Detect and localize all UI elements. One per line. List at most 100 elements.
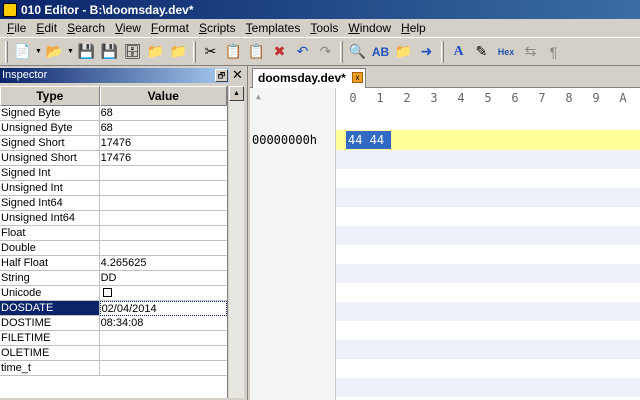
menu-view[interactable]: View [110,21,146,35]
inspector-row[interactable]: Unicode [0,286,227,301]
toolbar-grip[interactable] [193,40,196,63]
type-cell: Double [0,241,100,256]
hex-mode-button[interactable]: Hex [493,40,519,63]
inspector-row[interactable]: Signed Int [0,166,227,181]
inspector-row[interactable]: Unsigned Short 17476 [0,151,227,166]
save-icon[interactable]: 💾 [75,40,98,63]
find-in-files-icon[interactable]: 📁 [392,40,415,63]
tab-doomsday-dev[interactable]: doomsday.dev* x [252,68,366,88]
menu-edit[interactable]: Edit [31,21,62,35]
inspector-row[interactable]: OLETIME [0,346,227,361]
inspector-row[interactable]: Float [0,226,227,241]
new-file-icon[interactable]: 📄 [11,40,34,63]
type-cell: Float [0,226,100,241]
restore-icon[interactable]: 🗗 [215,69,228,82]
redo-icon[interactable]: ↷ [314,40,337,63]
inspector-row[interactable]: String DD [0,271,227,286]
save-as-icon[interactable]: 💾 [98,40,121,63]
folder-icon[interactable]: 📁 [167,40,190,63]
toolbar-grip[interactable] [340,40,343,63]
toolbar-grip[interactable] [5,40,8,63]
type-cell: Signed Int64 [0,196,100,211]
value-cell[interactable]: 4.265625 [99,256,227,271]
value-cell[interactable]: DD [99,271,227,286]
value-cell[interactable]: 02/04/2014 [99,301,227,316]
inspector-row[interactable]: Double [0,241,227,256]
vertical-scrollbar[interactable]: ▲ [229,86,244,398]
value-cell[interactable]: 68 [99,121,227,136]
highlight-icon[interactable]: ✎ [470,40,493,63]
inspector-row[interactable]: Unsigned Int [0,181,227,196]
inspector-row[interactable]: Unsigned Byte 68 [0,121,227,136]
find-icon[interactable]: 🔍 [346,40,369,63]
inspector-row[interactable]: time_t [0,361,227,376]
open-folder-icon[interactable]: 📁 [144,40,167,63]
close-icon[interactable]: ✕ [230,68,245,83]
grid-header: Type Value [0,86,227,106]
inspector-row[interactable]: Signed Byte 68 [0,106,227,121]
hex-editor: doomsday.dev* x ▲ 0 1 2 3 4 5 6 7 8 9 A 00000000h … [250,66,640,400]
value-cell[interactable] [99,361,227,376]
value-cell[interactable] [99,331,227,346]
value-cell[interactable] [99,286,227,301]
column-number: 9 [592,91,600,105]
menu-search[interactable]: Search [62,21,110,35]
inspector-row[interactable]: DOSTIME 08:34:08 [0,316,227,331]
type-cell: Unsigned Int64 [0,211,100,226]
type-cell: FILETIME [0,331,100,346]
copy-icon[interactable]: 📋 [222,40,245,63]
value-cell[interactable]: 08:34:08 [99,316,227,331]
tab-close-icon[interactable]: x [352,72,363,83]
type-column-header[interactable]: Type [0,86,100,106]
pilcrow-icon[interactable]: ¶ [542,40,565,63]
value-column-header[interactable]: Value [99,86,227,106]
undo-icon[interactable]: ↶ [291,40,314,63]
menu-tools[interactable]: Tools [305,21,343,35]
row-band [336,226,640,245]
open-dropdown-icon[interactable]: ▼ [66,40,75,63]
inspector-row[interactable]: FILETIME [0,331,227,346]
paste-icon[interactable]: 📋 [245,40,268,63]
value-cell[interactable] [99,241,227,256]
value-cell[interactable] [99,226,227,241]
column-number: 3 [430,91,438,105]
value-cell[interactable] [99,346,227,361]
menu-format[interactable]: Format [146,21,194,35]
type-cell: Unsigned Int [0,181,100,196]
save-all-icon[interactable]: 🗄 [121,40,144,63]
inspector-row[interactable]: DOSDATE 02/04/2014 [0,301,227,316]
inspector-row[interactable]: Signed Short 17476 [0,136,227,151]
value-cell[interactable] [99,181,227,196]
menu-scripts[interactable]: Scripts [194,21,241,35]
toolbar-grip[interactable] [441,40,444,63]
row-band [336,188,640,207]
cut-icon[interactable]: ✂ [199,40,222,63]
scroll-up-icon[interactable]: ▲ [229,86,244,101]
font-icon[interactable]: A [447,40,470,63]
inspector-row[interactable]: Half Float 4.265625 [0,256,227,271]
open-file-icon[interactable]: 📂 [43,40,66,63]
tab-strip: doomsday.dev* x [250,66,640,88]
value-cell[interactable]: 17476 [99,136,227,151]
app-logo-icon [3,2,17,17]
value-cell[interactable] [99,166,227,181]
value-cell[interactable]: 17476 [99,151,227,166]
value-cell[interactable] [99,196,227,211]
inspector-row[interactable]: Signed Int64 [0,196,227,211]
hex-view[interactable]: ▲ 0 1 2 3 4 5 6 7 8 9 A 00000000h 44 44 [250,88,640,400]
menu-templates[interactable]: Templates [241,21,306,35]
menu-file[interactable]: File [2,21,31,35]
menu-window[interactable]: Window [343,21,396,35]
value-cell[interactable]: 68 [99,106,227,121]
unicode-checkbox[interactable] [102,288,112,297]
tab-label: doomsday.dev* [258,71,346,85]
delete-icon[interactable]: ✖ [268,40,291,63]
menu-help[interactable]: Help [396,21,431,35]
columns-icon[interactable]: ⇆ [519,40,542,63]
goto-icon[interactable]: ➜ [415,40,438,63]
inspector-row[interactable]: Unsigned Int64 [0,211,227,226]
value-cell[interactable] [99,211,227,226]
replace-icon[interactable]: AB [369,40,392,63]
new-dropdown-icon[interactable]: ▼ [34,40,43,63]
selected-bytes[interactable]: 44 44 [346,131,391,149]
